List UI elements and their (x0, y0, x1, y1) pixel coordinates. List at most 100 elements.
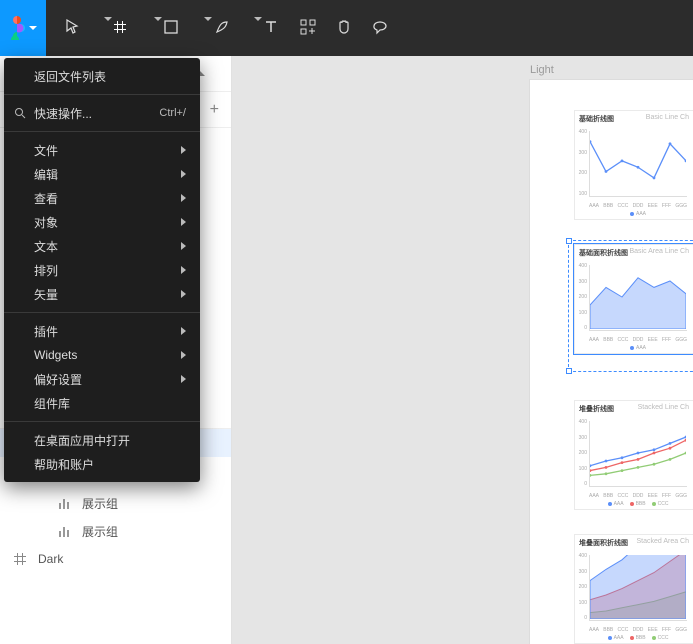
menu-label: 偏好设置 (34, 371, 82, 388)
tool-comment[interactable] (372, 19, 408, 38)
chart-group-icon (56, 523, 72, 539)
menu-item[interactable]: 对象 (4, 210, 200, 234)
menu-back[interactable]: 返回文件列表 (4, 64, 200, 88)
layer-label: 展示组 (82, 523, 118, 540)
menu-item[interactable]: 文本 (4, 234, 200, 258)
pen-icon (214, 19, 230, 35)
chart-title: 堆叠面积折线图Stacked Area Ch (575, 535, 693, 551)
submenu-arrow-icon (181, 218, 186, 226)
frame-icon (114, 21, 126, 33)
chart-thumbnail[interactable]: 堆叠面积折线图Stacked Area Ch 4003002001000 AAABB… (574, 534, 693, 644)
chart-thumbnail[interactable]: 基础折线图Basic Line Ch 400300200100AAABBBCCCD… (574, 110, 693, 220)
layer-item[interactable]: 展示组 (0, 489, 231, 517)
chart-y-ticks: 400300200100 (577, 129, 587, 197)
canvas[interactable]: Light 基础折线图Basic Line Ch400300200100AAAB… (232, 56, 693, 644)
submenu-arrow-icon (181, 290, 186, 298)
menu-item[interactable]: Widgets (4, 343, 200, 367)
submenu-arrow-icon (181, 146, 186, 154)
chart-legend: AAA (589, 211, 687, 217)
text-icon (264, 20, 278, 34)
tool-move[interactable] (64, 19, 100, 38)
menu-item[interactable]: 矢量 (4, 282, 200, 306)
figma-menu-button[interactable] (0, 0, 46, 56)
chart-x-ticks: AAABBBCCCDDDEEEFFFGGG (589, 203, 687, 209)
menu-label: 返回文件列表 (34, 68, 106, 85)
tool-shape-caret[interactable] (200, 21, 214, 35)
frame-icon (12, 551, 28, 567)
menu-label: 文件 (34, 142, 58, 159)
submenu-arrow-icon (181, 375, 186, 383)
chart-y-ticks: 4003002001000 (577, 419, 587, 487)
chart-legend: AAABBBCCC (589, 501, 687, 507)
submenu-arrow-icon (181, 170, 186, 178)
figma-logo-icon (9, 16, 25, 40)
comment-icon (372, 19, 388, 35)
main-menu-dropdown: 返回文件列表 快速操作... Ctrl+/ 文件编辑查看对象文本排列矢量 插件 W… (4, 58, 200, 482)
cursor-icon (64, 19, 80, 35)
chevron-down-icon (254, 17, 262, 35)
chart-thumbnail[interactable]: 堆叠折线图Stacked Line Ch4003002001000AAABBBC… (574, 400, 693, 510)
menu-item[interactable]: 文件 (4, 138, 200, 162)
selection-handle[interactable] (566, 238, 572, 244)
tool-move-caret[interactable] (100, 21, 114, 35)
submenu-arrow-icon (181, 266, 186, 274)
frame-name-label[interactable]: Light (530, 64, 554, 76)
chart-plot (589, 421, 687, 487)
menu-label: 文本 (34, 238, 58, 255)
menu-label: 组件库 (34, 395, 70, 412)
menu-item[interactable]: 帮助和账户 (4, 452, 200, 476)
menu-item[interactable]: 在桌面应用中打开 (4, 428, 200, 452)
chart-plot (589, 131, 687, 197)
selection-handle[interactable] (566, 368, 572, 374)
layer-item-dark[interactable]: Dark (0, 545, 231, 573)
menu-item[interactable]: 插件 (4, 319, 200, 343)
tool-frame[interactable] (114, 21, 150, 36)
add-page-button[interactable]: + (210, 101, 219, 119)
chevron-down-icon (104, 17, 112, 35)
tool-resources[interactable] (300, 19, 336, 38)
submenu-arrow-icon (181, 242, 186, 250)
layer-label: Dark (38, 552, 63, 566)
chart-title: 基础折线图Basic Line Ch (575, 111, 693, 127)
menu-item[interactable]: 偏好设置 (4, 367, 200, 391)
search-icon (12, 105, 28, 121)
tool-text[interactable] (264, 20, 300, 37)
menu-label: 快速操作... (34, 105, 92, 122)
selection-outline (568, 240, 693, 372)
menu-label: 对象 (34, 214, 58, 231)
chart-title: 堆叠折线图Stacked Line Ch (575, 401, 693, 417)
menu-label: 矢量 (34, 286, 58, 303)
menu-label: 帮助和账户 (34, 456, 94, 473)
menu-item[interactable]: 组件库 (4, 391, 200, 415)
layer-label: 展示组 (82, 495, 118, 512)
menu-item[interactable]: 编辑 (4, 162, 200, 186)
submenu-arrow-icon (181, 327, 186, 335)
chart-x-ticks: AAABBBCCCDDDEEEFFFGGG (589, 493, 687, 499)
menu-label: Widgets (34, 348, 77, 362)
rectangle-icon (164, 20, 178, 34)
tool-pen-caret[interactable] (250, 21, 264, 35)
menu-label: 查看 (34, 190, 58, 207)
menu-quick-actions[interactable]: 快速操作... Ctrl+/ (4, 101, 200, 125)
layer-item[interactable]: 展示组 (0, 517, 231, 545)
chevron-down-icon (29, 26, 37, 30)
chart-group-icon (56, 495, 72, 511)
menu-item[interactable]: 查看 (4, 186, 200, 210)
chart-plot (589, 555, 687, 621)
tool-hand[interactable] (336, 19, 372, 38)
menu-item[interactable]: 排列 (4, 258, 200, 282)
menu-label: 在桌面应用中打开 (34, 432, 130, 449)
chevron-down-icon (154, 17, 162, 35)
tool-frame-caret[interactable] (150, 21, 164, 35)
tool-pen[interactable] (214, 19, 250, 38)
chevron-down-icon (204, 17, 212, 35)
top-toolbar (0, 0, 693, 56)
menu-label: 插件 (34, 323, 58, 340)
resources-icon (300, 19, 316, 35)
menu-label: 编辑 (34, 166, 58, 183)
chart-legend: AAABBBCCC (589, 635, 687, 641)
menu-shortcut: Ctrl+/ (159, 107, 186, 119)
chart-y-ticks: 4003002001000 (577, 553, 587, 621)
tool-shape[interactable] (164, 20, 200, 37)
submenu-arrow-icon (181, 351, 186, 359)
